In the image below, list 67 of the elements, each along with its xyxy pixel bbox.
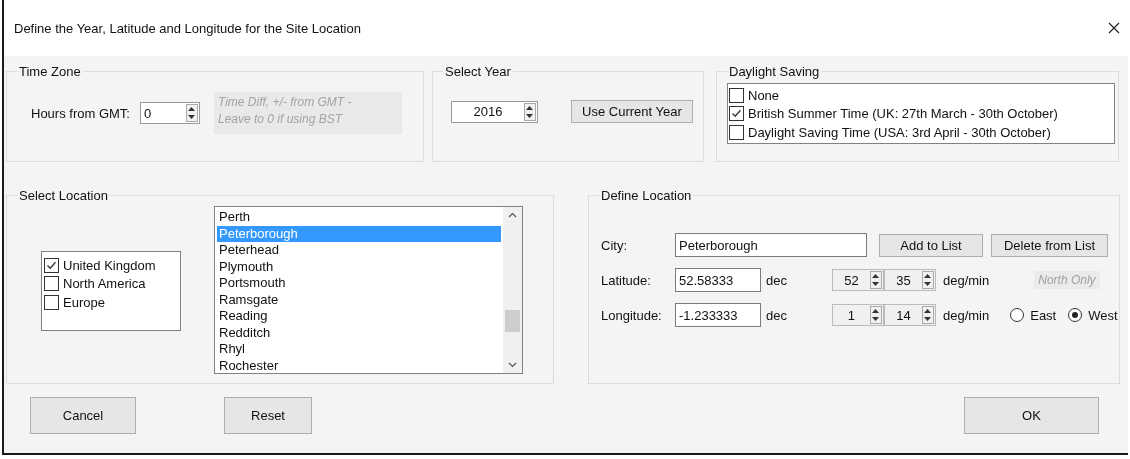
hours-spinbox[interactable]: 0 [139, 102, 200, 124]
unit-label: dec [766, 307, 787, 323]
dialog-button[interactable]: Cancel [30, 397, 136, 434]
checkbox[interactable] [44, 294, 59, 310]
spin-buttons[interactable] [869, 306, 882, 324]
list-item[interactable]: Portsmouth [217, 275, 501, 292]
radio-option[interactable]: East [1010, 307, 1057, 323]
degrees-spinbox[interactable]: 1 [831, 304, 884, 326]
checkbox[interactable] [44, 276, 59, 292]
year-spinbox[interactable]: 2016 [451, 100, 538, 123]
list-item[interactable]: Perth [217, 209, 501, 226]
group-title: Select Year [444, 64, 512, 79]
checkbox[interactable] [44, 257, 59, 273]
dialog-button[interactable]: OK [964, 397, 1099, 434]
window-title: Define the Year, Latitude and Longitude for the Site Location [14, 20, 361, 36]
list-item[interactable]: Ramsgate [217, 291, 501, 308]
unit-label: deg/min [942, 307, 990, 323]
decimal-field[interactable]: -1.233333 [675, 303, 761, 327]
group-title: Define Location [600, 188, 693, 203]
group-title: Time Zone [18, 64, 82, 79]
checkbox[interactable] [729, 106, 744, 122]
spin-buttons[interactable] [185, 104, 198, 122]
radio-label: East [1030, 307, 1057, 323]
spin-buttons[interactable] [523, 102, 536, 121]
option-label[interactable]: None [748, 87, 780, 103]
option-label[interactable]: Europe [63, 294, 105, 310]
spin-buttons[interactable] [921, 271, 934, 289]
list-item[interactable]: Plymouth [217, 258, 501, 275]
list-item[interactable]: Peterhead [217, 242, 501, 259]
minutes-spinbox[interactable]: 35 [883, 269, 936, 291]
unit-label: dec [766, 272, 787, 288]
option-label[interactable]: Daylight Saving Time (USA: 3rd April - 30th October) [748, 124, 1051, 140]
decimal-field[interactable]: 52.58333 [675, 268, 761, 292]
scroll-up-icon[interactable] [508, 212, 517, 218]
list-button[interactable]: Add to List [879, 233, 983, 257]
list-item[interactable]: Reading [217, 308, 501, 325]
checkbox[interactable] [729, 124, 744, 140]
list-item[interactable]: Rhyl [217, 341, 501, 358]
unit-label: deg/min [942, 272, 990, 288]
spin-buttons[interactable] [921, 306, 934, 324]
list-item[interactable]: Redditch [217, 324, 501, 341]
field-label: Latitude: [601, 272, 652, 288]
group-title: Daylight Saving [728, 64, 821, 79]
degrees-spinbox[interactable]: 52 [831, 269, 884, 291]
list-item[interactable]: Rochester [217, 357, 501, 374]
list-button[interactable]: Delete from List [991, 233, 1108, 257]
close-icon[interactable] [1108, 22, 1120, 34]
city-field[interactable]: Peterborough [675, 233, 867, 257]
field-label: Longitude: [601, 307, 663, 323]
note-label: North Only [1034, 271, 1100, 289]
field-label: Hours from GMT: [31, 105, 130, 121]
option-label[interactable]: North America [63, 276, 146, 292]
field-label: City: [601, 237, 628, 253]
scroll-down-icon[interactable] [508, 362, 517, 368]
radio-option[interactable]: West [1068, 307, 1118, 323]
group-title: Select Location [18, 188, 109, 203]
hint-text: Time Diff, +/- from GMT - Leave to 0 if using BST [213, 92, 402, 134]
scroll-thumb[interactable] [505, 310, 520, 332]
dialog-button[interactable]: Reset [224, 397, 312, 434]
minutes-spinbox[interactable]: 14 [883, 304, 936, 326]
spin-buttons[interactable] [869, 271, 882, 289]
use-current-year-button[interactable]: Use Current Year [570, 100, 693, 123]
checkbox[interactable] [729, 87, 744, 103]
option-label[interactable]: British Summer Time (UK: 27th March - 30th October) [748, 106, 1058, 122]
option-label[interactable]: United Kingdom [63, 257, 156, 273]
scrollbar[interactable] [503, 207, 522, 373]
radio-label: West [1088, 307, 1118, 323]
